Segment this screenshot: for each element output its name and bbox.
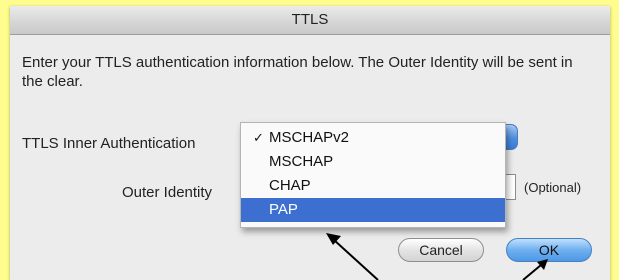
dialog-title: TTLS xyxy=(10,6,610,35)
optional-hint: (Optional) xyxy=(524,180,582,195)
menu-item-label: MSCHAPv2 xyxy=(269,129,350,146)
ok-button[interactable]: OK xyxy=(506,238,592,262)
inner-auth-label: TTLS Inner Authentication xyxy=(22,135,196,152)
menu-item-mschap[interactable]: MSCHAP xyxy=(241,150,505,174)
checkmark-icon: ✓ xyxy=(253,130,264,145)
menu-item-label: MSCHAP xyxy=(269,153,334,170)
menu-item-label: PAP xyxy=(269,201,298,218)
menu-item-label: CHAP xyxy=(269,177,311,194)
cancel-button[interactable]: Cancel xyxy=(398,238,484,262)
description-text: Enter your TTLS authentication informati… xyxy=(22,54,573,90)
menu-item-mschapv2[interactable]: ✓ MSCHAPv2 xyxy=(241,126,505,150)
menu-item-chap[interactable]: CHAP xyxy=(241,174,505,198)
outer-identity-label: Outer Identity xyxy=(122,184,213,201)
menu-item-pap[interactable]: PAP xyxy=(241,198,505,222)
inner-auth-menu: ✓ MSCHAPv2 MSCHAP CHAP PAP xyxy=(240,122,506,228)
ttls-dialog: TTLS Enter your TTLS authentication info… xyxy=(10,6,610,280)
